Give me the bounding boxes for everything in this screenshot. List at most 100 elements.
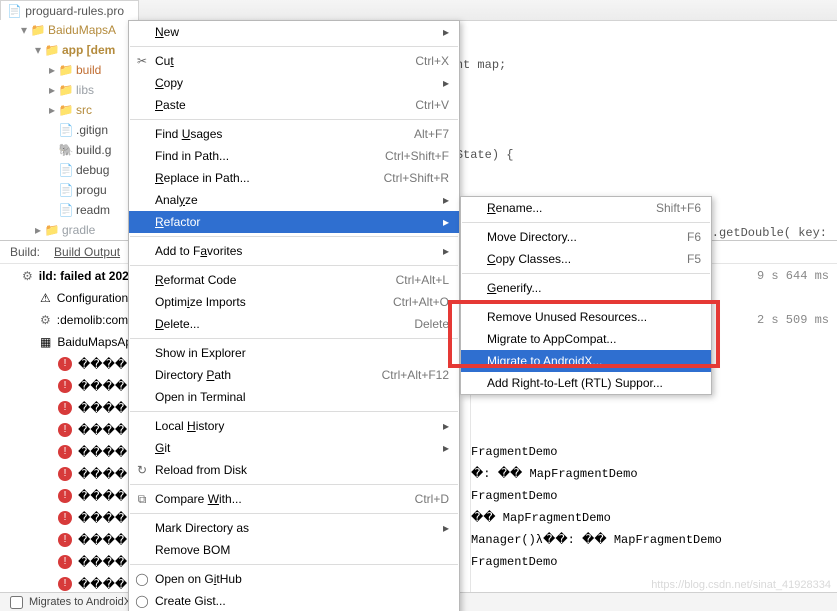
output-line: FragmentDemo [471,551,837,573]
tree-item[interactable]: 🐘build.g [0,140,130,160]
menu-shortcut: Delete [374,317,449,331]
build-tab-output[interactable]: Build Output [54,245,120,259]
menu-label: Git [155,441,170,455]
menu-item[interactable]: Migrate to AppCompat... [461,328,711,350]
refactor-submenu[interactable]: Rename...Shift+F6 Move Directory... F6 Copy… [460,196,712,395]
menu-separator [130,484,458,485]
menu-label: Compare With... [155,492,242,506]
menu-item[interactable]: ◯Open on GitHub [129,568,459,590]
module-icon: ▦ [40,335,51,349]
submenu-arrow-icon: ▸ [403,244,449,258]
expand-icon[interactable]: ▸ [46,63,58,77]
menu-item[interactable]: Directory Path Ctrl+Alt+F12 [129,364,459,386]
tree-label: build.g [74,143,111,157]
build-tab[interactable]: Build: [10,245,40,259]
menu-item[interactable]: Replace in Path...Ctrl+Shift+R [129,167,459,189]
menu-item[interactable]: Move Directory... F6 [461,226,711,248]
menu-item[interactable]: ◯Create Gist... [129,590,459,611]
context-menu[interactable]: New ▸ ✂CutCtrl+XCopy▸PasteCtrl+V Find Usage… [128,20,460,611]
menu-separator [130,513,458,514]
tree-label: build [74,63,101,77]
menu-item[interactable]: Find in Path...Ctrl+Shift+F [129,145,459,167]
menu-separator [130,411,458,412]
tree-icon: 📄 [58,163,74,177]
expand-icon[interactable]: ▸ [46,83,58,97]
expand-icon[interactable]: ▸ [32,223,44,237]
✂-icon: ✂ [133,54,151,68]
tree-item[interactable]: ▾📁BaiduMapsA [0,20,130,40]
tree-item[interactable]: ▸📁libs [0,80,130,100]
menu-item[interactable]: Remove BOM [129,539,459,561]
project-tree[interactable]: ▾📁BaiduMapsA▾📁app [dem▸📁build▸📁libs▸📁src… [0,20,130,260]
menu-shortcut: Ctrl+V [375,98,449,112]
menu-label: New [155,25,179,39]
tree-item[interactable]: 📄.gitign [0,120,130,140]
submenu-arrow-icon: ▸ [403,25,449,39]
menu-label: Reformat Code [155,273,236,287]
build-time: 9 s 644 ms [757,265,829,287]
tree-item[interactable]: ▸📁gradle [0,220,130,240]
menu-separator [462,222,710,223]
menu-label: Copy Classes... [487,252,571,266]
menu-separator [130,236,458,237]
menu-item[interactable]: Mark Directory as▸ [129,517,459,539]
menu-item[interactable]: Find UsagesAlt+F7 [129,123,459,145]
menu-item[interactable]: Copy▸ [129,72,459,94]
tree-item[interactable]: ▸📁build [0,60,130,80]
expand-icon[interactable]: ▾ [32,43,44,57]
tree-item[interactable]: ▸📁src [0,100,130,120]
menu-item[interactable]: PasteCtrl+V [129,94,459,116]
tree-item[interactable]: 📄readm [0,200,130,220]
menu-label: Generify... [487,281,541,295]
tree-item[interactable]: 📄progu [0,180,130,200]
menu-separator [130,119,458,120]
output-line: FragmentDemo [471,485,837,507]
menu-shortcut: Ctrl+X [375,54,449,68]
menu-label: Move Directory... [487,230,577,244]
menu-item[interactable]: ✂CutCtrl+X [129,50,459,72]
menu-item[interactable]: Show in Explorer [129,342,459,364]
menu-item[interactable]: Generify... [461,277,711,299]
menu-item[interactable]: ⧉Compare With...Ctrl+D [129,488,459,510]
editor-tab[interactable]: 📄 proguard-rules.pro [0,0,139,21]
menu-item[interactable]: Add to Favorites▸ [129,240,459,262]
expand-icon[interactable]: ▸ [46,103,58,117]
menu-item[interactable]: Remove Unused Resources... [461,306,711,328]
menu-item[interactable]: ↻Reload from Disk [129,459,459,481]
expand-icon[interactable]: ▾ [18,23,30,37]
error-icon: ! [58,379,72,393]
menu-item[interactable]: Open in Terminal [129,386,459,408]
menu-shortcut: Shift+F6 [616,201,701,215]
tree-label: debug [74,163,109,177]
warn-icon: ⚠ [40,291,51,305]
submenu-arrow-icon: ▸ [403,419,449,433]
output-line: Manager()λ��: �� MapFragmentDemo [471,529,837,551]
error-icon: ! [58,423,72,437]
tree-item[interactable]: 📄debug [0,160,130,180]
error-icon: ! [58,401,72,415]
menu-shortcut: F6 [647,230,701,244]
menu-item[interactable]: Rename...Shift+F6 [461,197,711,219]
menu-item[interactable]: Migrate to AndroidX... [461,350,711,372]
menu-item[interactable]: Optimize ImportsCtrl+Alt+O [129,291,459,313]
menu-label: Reload from Disk [155,463,247,477]
tree-label: src [74,103,92,117]
menu-shortcut: Ctrl+Alt+F12 [342,368,449,382]
menu-shortcut: Ctrl+Alt+L [356,273,449,287]
menu-item[interactable]: Git▸ [129,437,459,459]
menu-item[interactable]: Refactor▸ [129,211,459,233]
menu-shortcut: Alt+F7 [374,127,449,141]
menu-item[interactable]: Local History▸ [129,415,459,437]
menu-label: Directory Path [155,368,231,382]
menu-item[interactable]: New ▸ [129,21,459,43]
menu-item[interactable]: Delete...Delete [129,313,459,335]
menu-item[interactable]: Add Right-to-Left (RTL) Suppor... [461,372,711,394]
tree-label: gradle [60,223,95,237]
tree-item[interactable]: ▾📁app [dem [0,40,130,60]
menu-shortcut: Ctrl+Shift+R [344,171,449,185]
menu-item[interactable]: Reformat Code Ctrl+Alt+L [129,269,459,291]
menu-separator [462,302,710,303]
menu-item[interactable]: Analyze▸ [129,189,459,211]
status-checkbox[interactable] [10,596,23,609]
menu-item[interactable]: Copy Classes...F5 [461,248,711,270]
